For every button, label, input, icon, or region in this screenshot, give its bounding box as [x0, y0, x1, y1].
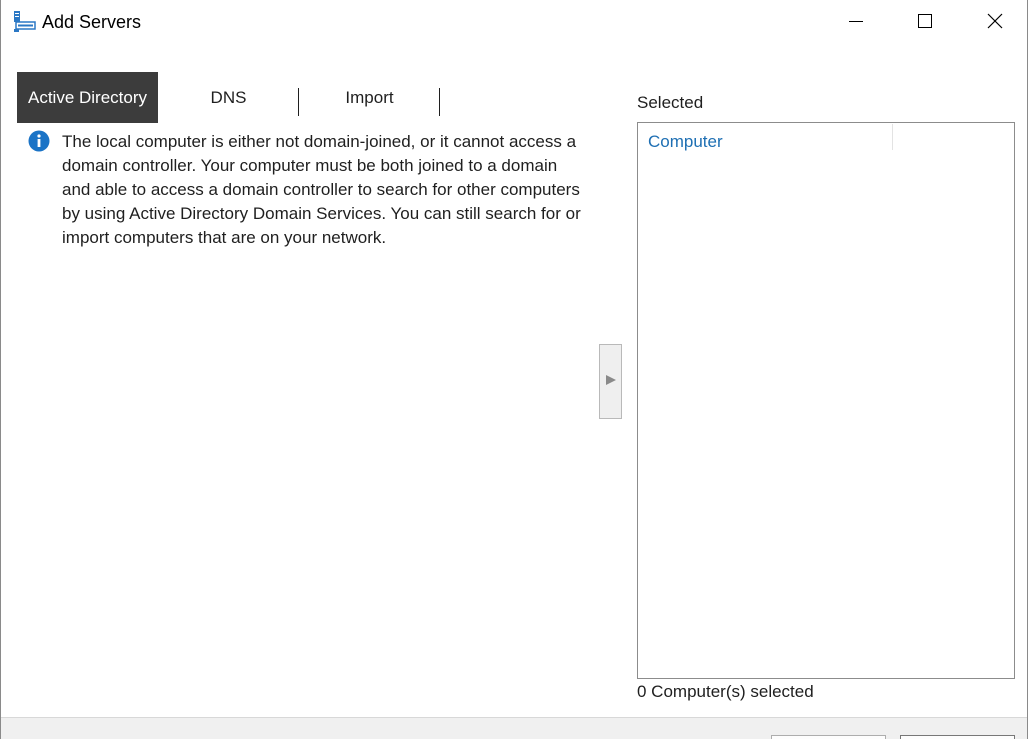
minimize-button[interactable]	[821, 0, 891, 46]
maximize-button[interactable]	[890, 0, 960, 46]
close-icon	[987, 13, 1003, 34]
add-to-selected-button[interactable]	[599, 344, 622, 419]
add-servers-window: Add Servers Active Directory DNS Import …	[0, 0, 1028, 739]
selected-computers-list[interactable]: Computer	[637, 122, 1015, 679]
minimize-icon	[848, 13, 864, 34]
tab-label: DNS	[210, 87, 247, 107]
footer-button[interactable]	[771, 735, 886, 739]
maximize-icon	[917, 13, 933, 34]
tab-divider	[439, 88, 440, 116]
footer-button[interactable]	[900, 735, 1015, 739]
domain-info-message: The local computer is either not domain-…	[62, 132, 581, 247]
selected-heading: Selected	[637, 93, 704, 112]
title-bar[interactable]: Add Servers	[1, 0, 1027, 46]
close-button[interactable]	[960, 0, 1028, 46]
dialog-footer	[1, 717, 1027, 739]
column-header-computer[interactable]: Computer	[648, 132, 723, 152]
info-icon	[28, 130, 50, 152]
tab-active-directory[interactable]: Active Directory	[17, 72, 158, 123]
server-manager-icon	[13, 10, 37, 34]
column-divider[interactable]	[892, 124, 893, 150]
tab-label: Import	[345, 87, 394, 107]
tab-label: Active Directory	[27, 87, 148, 107]
tab-dns[interactable]: DNS	[158, 72, 299, 123]
tab-import[interactable]: Import	[299, 72, 440, 123]
selected-count: 0 Computer(s) selected	[637, 682, 814, 701]
window-title: Add Servers	[42, 12, 142, 32]
arrow-right-icon	[605, 373, 617, 391]
